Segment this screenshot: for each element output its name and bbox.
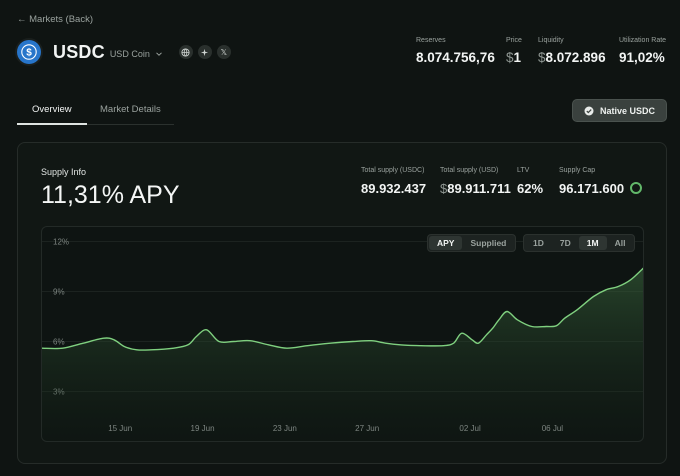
svg-text:$: $ bbox=[26, 47, 32, 58]
liquidity-stat: Liquidity $8.072.896 bbox=[538, 37, 606, 65]
social-links: 𝕏 bbox=[178, 45, 231, 59]
stat-number: 1 bbox=[513, 50, 522, 65]
stat-label: Total supply (USDC) bbox=[361, 167, 425, 174]
stat-number: 62% bbox=[517, 181, 544, 196]
chevron-down-icon[interactable] bbox=[155, 50, 163, 58]
stat-number: 96.171.600 bbox=[559, 181, 625, 196]
supply-info-title: Supply Info bbox=[41, 167, 87, 177]
range-all[interactable]: All bbox=[607, 236, 634, 250]
apy-chart-svg: 12%9%6%3%15 Jun19 Jun23 Jun27 Jun02 Jul0… bbox=[42, 238, 643, 441]
stat-number: 89.932.437 bbox=[361, 181, 427, 196]
total-supply-usd-stat: Total supply (USD) $89.911.711 bbox=[440, 167, 511, 196]
stat-label: LTV bbox=[517, 167, 530, 174]
utilization-rate-stat: Utilization Rate 91,02% bbox=[619, 37, 666, 65]
stat-prefix: $ bbox=[506, 50, 514, 65]
stat-value: 62% bbox=[517, 181, 543, 196]
range-7d[interactable]: 7D bbox=[552, 236, 579, 250]
y-tick-label: 6% bbox=[53, 338, 65, 347]
stat-value: $8.072.896 bbox=[538, 50, 606, 65]
range-toggle: 1D 7D 1M All bbox=[523, 234, 636, 252]
supply-cap-progress-icon bbox=[630, 182, 643, 194]
apy-area-fill bbox=[42, 268, 643, 441]
stat-label: Price bbox=[506, 37, 522, 44]
x-icon[interactable]: 𝕏 bbox=[216, 45, 231, 59]
stat-number: 89.911.711 bbox=[447, 181, 511, 196]
toggle-supplied[interactable]: Supplied bbox=[462, 236, 514, 250]
x-tick-label: 15 Jun bbox=[108, 424, 132, 433]
toggle-apy[interactable]: APY bbox=[429, 236, 463, 250]
metric-toggle: APY Supplied bbox=[427, 234, 517, 252]
explorer-icon[interactable] bbox=[197, 45, 212, 59]
stat-value: $89.911.711 bbox=[440, 181, 511, 196]
stat-value: 89.932.437 bbox=[361, 181, 426, 196]
stat-number: 8.074.756,76 bbox=[416, 50, 495, 65]
x-tick-label: 06 Jul bbox=[542, 424, 564, 433]
reserves-stat: Reserves 8.074.756,76 bbox=[416, 37, 495, 65]
stat-label: Utilization Rate bbox=[619, 37, 667, 44]
back-to-markets-link[interactable]: ← Markets (Back) bbox=[17, 14, 93, 25]
y-tick-label: 9% bbox=[53, 288, 65, 297]
check-circle-icon bbox=[584, 106, 594, 115]
asset-symbol: USDC bbox=[53, 41, 105, 62]
supply-info-card: Supply Info 11,31% APY Total supply (USD… bbox=[17, 142, 667, 464]
price-stat: Price $1 bbox=[506, 37, 522, 65]
usdc-logo-icon: $ bbox=[17, 40, 41, 64]
globe-icon[interactable] bbox=[178, 45, 193, 59]
stat-value: 8.074.756,76 bbox=[416, 50, 495, 65]
stat-value: 96.171.600 bbox=[559, 181, 643, 196]
stat-label: Liquidity bbox=[538, 37, 564, 44]
stat-number: 91,02% bbox=[619, 50, 665, 65]
native-usdc-button[interactable]: Native USDC bbox=[572, 99, 667, 122]
stat-label: Supply Cap bbox=[559, 167, 596, 174]
supply-apy-value: 11,31% APY bbox=[41, 181, 180, 209]
asset-header: $ USDC USD Coin 𝕏 bbox=[17, 40, 231, 64]
supply-cap-stat: Supply Cap 96.171.600 bbox=[559, 167, 643, 196]
range-1d[interactable]: 1D bbox=[525, 236, 552, 250]
ltv-stat: LTV 62% bbox=[517, 167, 543, 196]
active-tab-indicator bbox=[17, 123, 87, 125]
asset-name: USD Coin bbox=[109, 48, 150, 59]
y-tick-label: 12% bbox=[53, 238, 69, 247]
stat-label: Total supply (USD) bbox=[440, 167, 499, 174]
stat-value: $1 bbox=[506, 50, 522, 65]
apy-chart: 12%9%6%3%15 Jun19 Jun23 Jun27 Jun02 Jul0… bbox=[41, 226, 644, 442]
stat-value: 91,02% bbox=[619, 50, 666, 65]
tab-bar: Overview Market Details bbox=[17, 98, 174, 125]
x-tick-label: 19 Jun bbox=[191, 424, 215, 433]
total-supply-usdc-stat: Total supply (USDC) 89.932.437 bbox=[361, 167, 426, 196]
native-usdc-label: Native USDC bbox=[599, 105, 655, 116]
tab-market-details[interactable]: Market Details bbox=[100, 104, 161, 115]
range-1m[interactable]: 1M bbox=[578, 236, 607, 250]
tab-overview[interactable]: Overview bbox=[32, 104, 72, 115]
stat-label: Reserves bbox=[416, 37, 446, 44]
x-tick-label: 23 Jun bbox=[273, 424, 297, 433]
x-tick-label: 02 Jul bbox=[459, 424, 481, 433]
stat-number: 8.072.896 bbox=[545, 50, 606, 65]
stat-prefix: $ bbox=[538, 50, 546, 65]
x-tick-label: 27 Jun bbox=[355, 424, 379, 433]
